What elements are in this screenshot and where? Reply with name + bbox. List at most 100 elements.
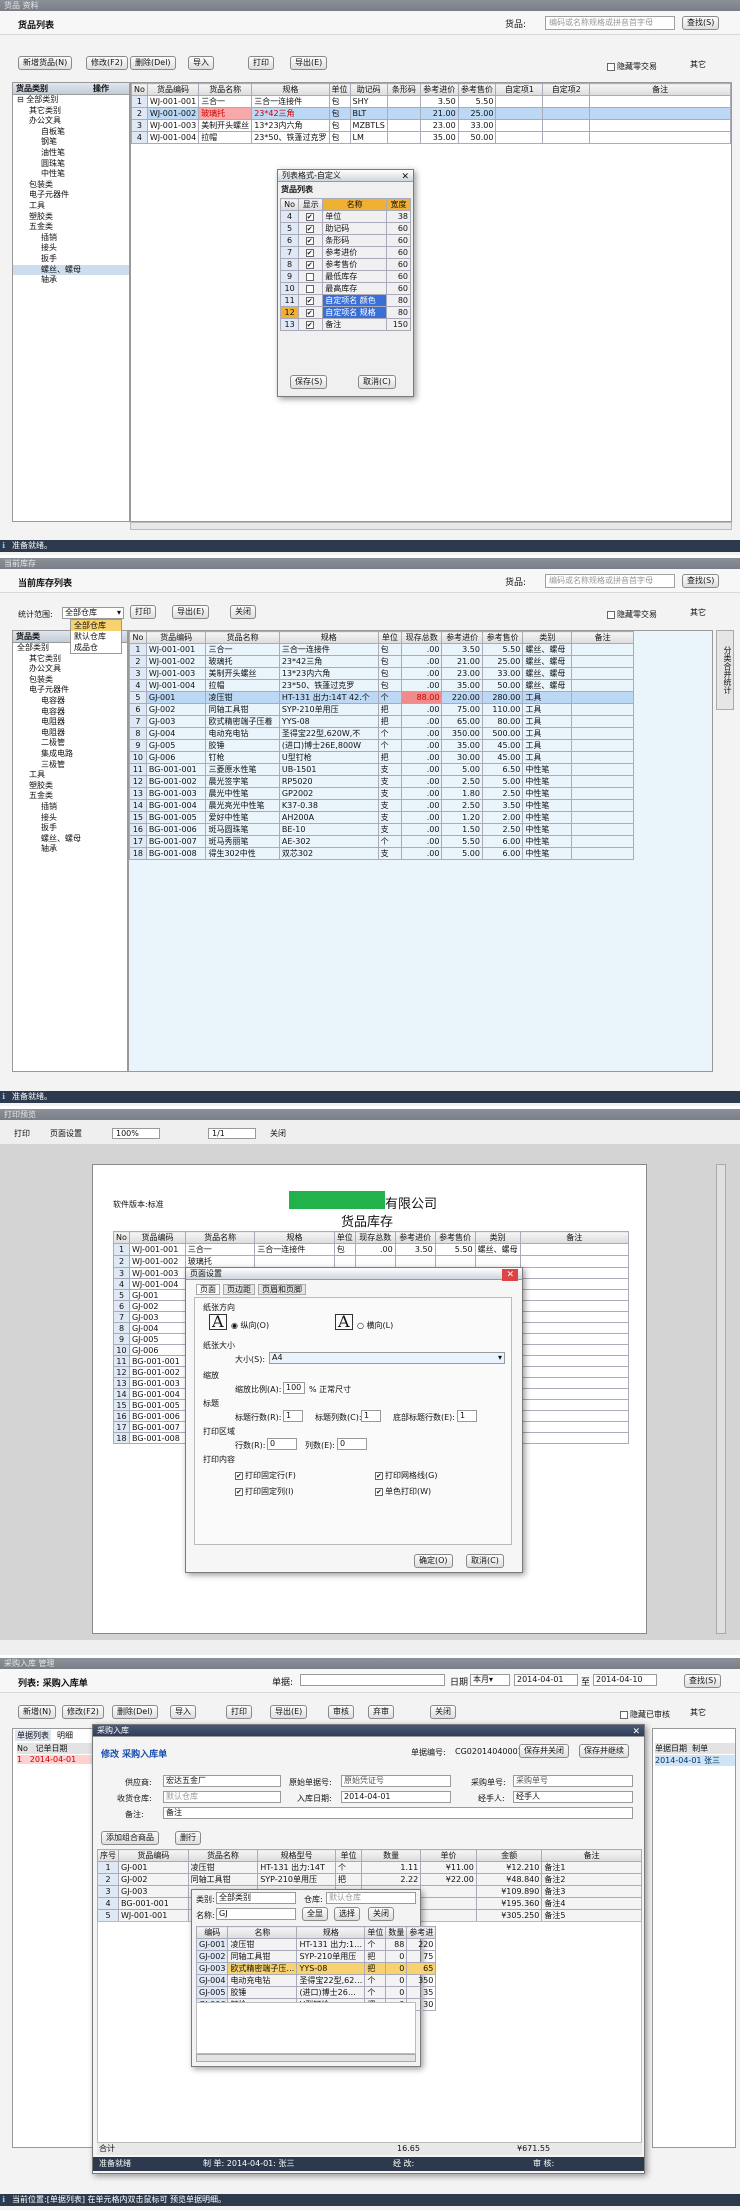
search-button[interactable]: 查找(S): [682, 16, 720, 30]
tree-item[interactable]: 中性笔: [13, 169, 129, 180]
table-row[interactable]: 2 GJ-002 同轴工具钳 SYP-210单用压把 2.22 ¥22.00 ¥48.840…: [97, 1873, 642, 1886]
search-button[interactable]: 查找(S): [682, 574, 720, 588]
tree-item[interactable]: 扳手: [13, 823, 127, 834]
tree-item[interactable]: 螺丝、螺母: [13, 264, 129, 276]
table-row[interactable]: 2 WJ-001-002 玻璃托 23*42三角包 .00 21.00 25.00 螺丝、螺母: [129, 655, 634, 668]
table-row[interactable]: 3 WJ-001-003 美制开头螺丝 13*23内六角包 MZBTLS 23.00 33.…: [131, 119, 731, 132]
table-row[interactable]: 3 WJ-001-003 美制开头螺丝 13*23内六角包 .00 23.00 33.00 螺…: [129, 667, 634, 680]
column-row[interactable]: 7 参考进价60: [279, 246, 412, 259]
opt-gridlines[interactable]: 打印网格线(G): [375, 1470, 437, 1481]
table-row[interactable]: GJ-003 欧式精密端子压… YYS-08 把 0 65: [195, 1962, 437, 1975]
column-row[interactable]: 9 最低库存 60: [279, 270, 412, 283]
tree-item[interactable]: 办公文具: [13, 116, 129, 127]
close-button[interactable]: 关闭: [368, 1907, 394, 1921]
tree-item[interactable]: 螺丝、螺母: [13, 834, 127, 845]
add-combo-button[interactable]: 添加组合商品: [101, 1831, 159, 1845]
table-row[interactable]: 8 GJ-004 电动充电钻 圣得宝22型,620W,不个 .00 350.00 500.0…: [129, 727, 634, 740]
close-icon[interactable]: ✕: [502, 1269, 518, 1281]
title-rows-input[interactable]: 1: [283, 1410, 303, 1422]
show-checkbox[interactable]: [298, 270, 324, 283]
column-width[interactable]: 60: [385, 234, 412, 247]
show-all-button[interactable]: 全显: [302, 1907, 328, 1921]
column-row[interactable]: 11 自定项名 颜色80: [279, 294, 412, 307]
close-button[interactable]: 关闭: [270, 1128, 286, 1139]
table-row[interactable]: 7 GJ-003 欧式精密端子压着 YYS-08 把 .00 65.00 80.00 工具: [129, 715, 634, 728]
table-row[interactable]: 16 BG-001-006 斑马圆珠笔 BE-10 支 .00 1.50 2.50 中性笔: [129, 823, 634, 836]
tree-item[interactable]: 接头: [13, 813, 127, 824]
column-width[interactable]: 60: [385, 222, 412, 235]
hide-audit-checkbox[interactable]: 隐藏已审核: [620, 1709, 670, 1720]
column-width[interactable]: 80: [385, 306, 412, 319]
show-checkbox[interactable]: [298, 294, 324, 307]
choose-button[interactable]: 选择: [334, 1907, 360, 1921]
cat-select[interactable]: 全部类别: [216, 1892, 296, 1904]
toolbar-button-2[interactable]: 关闭: [230, 605, 256, 619]
table-row[interactable]: 2 WJ-001-002 玻璃托 23*42三角包 BLT 21.00 25.00: [131, 107, 731, 120]
tab-list[interactable]: 单据列表: [15, 1730, 51, 1741]
tab-detail[interactable]: 明细: [55, 1730, 75, 1741]
column-width[interactable]: 80: [385, 294, 412, 307]
tree-item[interactable]: 轴承: [13, 844, 127, 855]
name-input[interactable]: GJ: [216, 1908, 296, 1920]
toolbar-button-0[interactable]: 新增货品(N): [18, 56, 73, 70]
footer-rows-input[interactable]: 1: [457, 1410, 477, 1422]
column-row[interactable]: 4 单位38: [279, 210, 412, 223]
toolbar-button-8[interactable]: 关闭: [430, 1705, 456, 1719]
scope-option[interactable]: 默认仓库: [71, 631, 121, 642]
tree-item[interactable]: 电容器: [13, 696, 127, 707]
table-row[interactable]: 2 WJ-001-002 玻璃托: [113, 1255, 630, 1268]
toolbar-button-1[interactable]: 修改(F2): [86, 56, 128, 70]
column-width[interactable]: 60: [385, 282, 412, 295]
tree-item[interactable]: 五金类: [13, 222, 129, 233]
scope-option[interactable]: 全部仓库: [71, 620, 121, 631]
show-checkbox[interactable]: [298, 222, 324, 235]
ok-button[interactable]: 确定(O): [414, 1554, 453, 1568]
tree-item[interactable]: 其它类别: [13, 654, 127, 665]
opt-fixed-cols[interactable]: 打印固定列(I): [235, 1486, 294, 1497]
paper-size-select[interactable]: A4 ▾: [269, 1352, 505, 1364]
column-width[interactable]: 150: [385, 318, 412, 331]
tree-item[interactable]: 插销: [13, 802, 127, 813]
zoom-select[interactable]: 100%: [112, 1128, 160, 1139]
delete-row-button[interactable]: 删行: [175, 1831, 201, 1845]
tree-item[interactable]: 集成电路: [13, 749, 127, 760]
table-row[interactable]: 1 WJ-001-001 三合一 三合一连接件包 SHY 3.50 5.50: [131, 95, 731, 108]
tree-item[interactable]: 塑胶类: [13, 212, 129, 223]
tree-item[interactable]: 二极管: [13, 738, 127, 749]
tree-item[interactable]: 自板笔: [13, 127, 129, 138]
table-row[interactable]: 4 WJ-001-004 拉帽 23*50、铁蓬过克罗包 .00 35.00 50.00 螺丝…: [129, 679, 634, 692]
column-width[interactable]: 60: [385, 246, 412, 259]
toolbar-button-4[interactable]: 打印: [226, 1705, 252, 1719]
po-input[interactable]: 采购单号: [513, 1775, 633, 1787]
tree-item[interactable]: 钢笔: [13, 137, 129, 148]
opt-fixed-rows[interactable]: 打印固定行(F): [235, 1470, 296, 1481]
toolbar-button-0[interactable]: 新增(N): [18, 1705, 57, 1719]
table-row[interactable]: 9 GJ-005 胶锤 (进口)博士26E,800W 个 .00 35.00 45.00 工具: [129, 739, 634, 752]
tree-item[interactable]: 电容器: [13, 707, 127, 718]
portrait-radio[interactable]: ◉ 纵向(O): [231, 1320, 269, 1331]
table-row[interactable]: 5 GJ-001 凌压钳 HT-131 出力:14T 42.个个 88.00 220.00…: [129, 691, 634, 704]
list-row[interactable]: 1 2014-04-01: [17, 1755, 97, 1764]
tree-item[interactable]: 其它类别: [13, 106, 129, 117]
hide-zero-checkbox[interactable]: 隐藏零交易: [607, 609, 657, 620]
print-button[interactable]: 打印: [14, 1128, 30, 1139]
warehouse-select[interactable]: 默认仓库: [163, 1791, 281, 1803]
right-row[interactable]: 2014-04-01 张三: [655, 1755, 735, 1766]
toolbar-button-4[interactable]: 打印: [248, 56, 274, 70]
toolbar-button-1[interactable]: 修改(F2): [62, 1705, 104, 1719]
table-row[interactable]: 11 BG-001-001 三菱原水性笔 UB-1501 支 .00 5.00 6.50 中性笔: [129, 763, 634, 776]
tab-1[interactable]: 页边距: [223, 1284, 255, 1295]
tree-item[interactable]: 插销: [13, 233, 129, 244]
toolbar-button-5[interactable]: 导出(E): [270, 1705, 308, 1719]
table-row[interactable]: 13 BG-001-003 晨光中性笔 GP2002 支 .00 1.80 2.50 中性笔: [129, 787, 634, 800]
column-row[interactable]: 8 参考售价60: [279, 258, 412, 271]
show-checkbox[interactable]: [298, 282, 324, 295]
opt-mono[interactable]: 单色打印(W): [375, 1486, 431, 1497]
other-menu[interactable]: 其它: [690, 607, 706, 618]
show-checkbox[interactable]: [298, 210, 324, 223]
tree-item[interactable]: 工具: [13, 201, 129, 212]
save-continue-button[interactable]: 保存并继续: [579, 1744, 629, 1758]
page-input[interactable]: 1/1: [208, 1128, 256, 1139]
landscape-radio[interactable]: ○ 横向(L): [357, 1320, 393, 1331]
tree-item[interactable]: 工具: [13, 770, 127, 781]
